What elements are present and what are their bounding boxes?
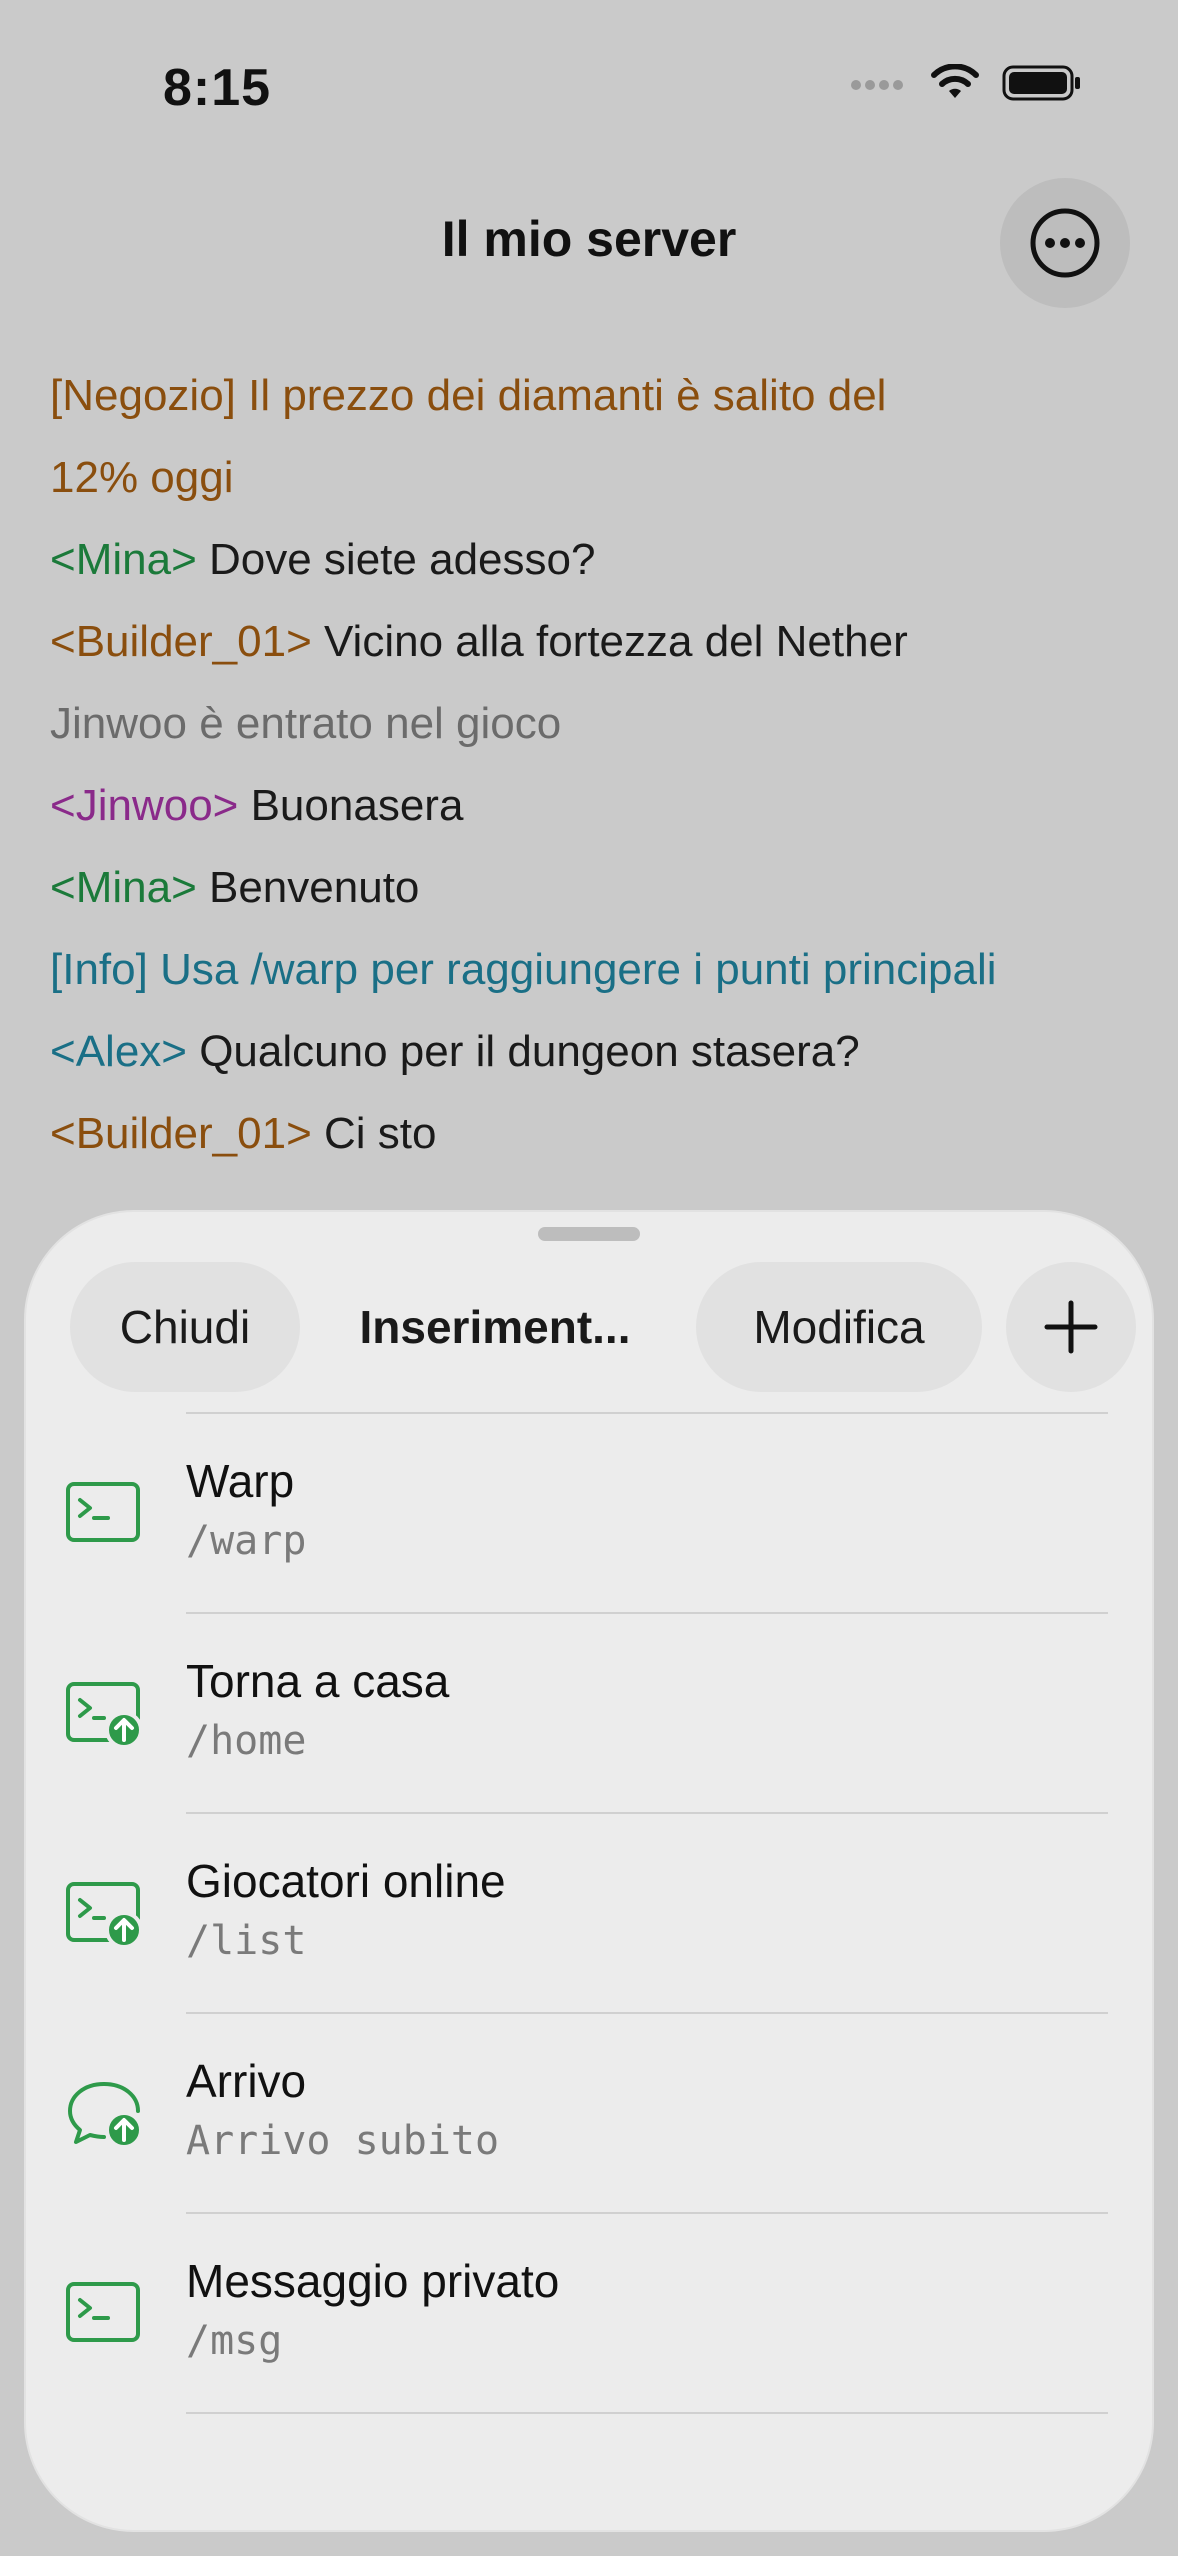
- chat-sender: <Jinwoo>: [50, 781, 239, 830]
- command-title: Warp: [186, 1455, 295, 1507]
- more-options-button[interactable]: [1000, 178, 1130, 308]
- terminal-send-icon: [64, 1878, 144, 1949]
- command-text: /home: [186, 1718, 307, 1764]
- chat-message: [Info] Usa /warp per raggiungere i punti…: [50, 929, 1150, 1011]
- quick-commands-sheet: Chiudi Inseriment... Modifica Warp/warp …: [26, 1212, 1152, 2530]
- chat-sender: <Alex>: [50, 1027, 187, 1076]
- terminal-icon: [64, 1478, 144, 1548]
- status-bar: 8:15: [0, 0, 1178, 170]
- add-command-button[interactable]: [1006, 1262, 1136, 1392]
- terminal-send-icon: [64, 1678, 144, 1749]
- chat-text: Qualcuno per il dungeon stasera?: [186, 1027, 860, 1076]
- chat-sender: <Builder_01>: [50, 1109, 312, 1158]
- chat-text: [Negozio] Il prezzo dei diamanti è salit…: [50, 371, 887, 420]
- chat-log: [Negozio] Il prezzo dei diamanti è salit…: [50, 355, 1150, 1175]
- chat-send-icon: [64, 2078, 144, 2149]
- sheet-toolbar: Chiudi Inseriment... Modifica: [70, 1262, 1136, 1392]
- command-title: Arrivo: [186, 2055, 307, 2107]
- command-item[interactable]: Warp/warp: [26, 1414, 1152, 1614]
- command-item[interactable]: Arrivo Arrivo subito: [26, 2014, 1152, 2214]
- chat-text: Ci sto: [311, 1109, 437, 1158]
- command-item[interactable]: Torna a casa/home: [26, 1614, 1152, 1814]
- command-item[interactable]: Giocatori online/list: [26, 1814, 1152, 2014]
- chat-message: 12% oggi: [50, 437, 1150, 519]
- wifi-icon: [931, 64, 979, 98]
- item-divider: [186, 2412, 1108, 2414]
- chat-text: Jinwoo è entrato nel gioco: [50, 699, 562, 748]
- chat-message: <Alex> Qualcuno per il dungeon stasera?: [50, 1011, 1150, 1093]
- chat-message: <Jinwoo> Buonasera: [50, 765, 1150, 847]
- chat-message: <Mina> Benvenuto: [50, 847, 1150, 929]
- close-button[interactable]: Chiudi: [70, 1262, 300, 1392]
- command-text: /warp: [186, 1518, 307, 1564]
- command-text: /msg: [186, 2318, 283, 2364]
- command-title: Giocatori online: [186, 1855, 506, 1907]
- chat-message: Jinwoo è entrato nel gioco: [50, 683, 1150, 765]
- chat-text: Benvenuto: [196, 863, 420, 912]
- command-title: Torna a casa: [186, 1655, 450, 1707]
- chat-message: [Negozio] Il prezzo dei diamanti è salit…: [50, 355, 1150, 437]
- command-text: Arrivo subito: [186, 2118, 500, 2164]
- chat-sender: <Mina>: [50, 535, 197, 584]
- command-title: Messaggio privato: [186, 2255, 560, 2307]
- chat-text: Buonasera: [238, 781, 464, 830]
- chat-text: Vicino alla fortezza del Nether: [311, 617, 908, 666]
- status-icons: [848, 64, 1082, 102]
- chat-text: [Info] Usa /warp per raggiungere i punti…: [50, 945, 997, 994]
- signal-icon: [851, 80, 903, 90]
- plus-icon: [1044, 1300, 1098, 1354]
- command-list: Warp/warp Torna a casa/home Giocatori on…: [26, 1414, 1152, 2414]
- sheet-grabber[interactable]: [538, 1227, 640, 1241]
- terminal-icon: [64, 2278, 144, 2348]
- status-time: 8:15: [163, 59, 272, 117]
- chat-sender: <Mina>: [50, 863, 197, 912]
- chat-message: <Builder_01> Vicino alla fortezza del Ne…: [50, 601, 1150, 683]
- battery-icon: [1002, 65, 1080, 101]
- chat-text: Dove siete adesso?: [196, 535, 596, 584]
- command-text: /list: [186, 1918, 307, 1964]
- ellipsis-circle-icon: [1030, 208, 1100, 278]
- chat-message: <Builder_01> Ci sto: [50, 1093, 1150, 1175]
- command-item[interactable]: Messaggio privato/msg: [26, 2214, 1152, 2414]
- edit-button[interactable]: Modifica: [696, 1262, 982, 1392]
- tab-insert[interactable]: Inseriment...: [310, 1262, 680, 1392]
- chat-text: 12% oggi: [50, 453, 234, 502]
- chat-sender: <Builder_01>: [50, 617, 312, 666]
- chat-message: <Mina> Dove siete adesso?: [50, 519, 1150, 601]
